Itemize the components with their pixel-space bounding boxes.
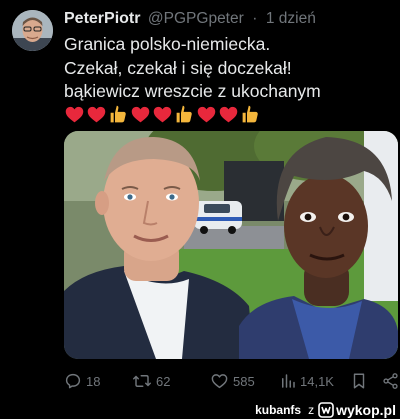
views-button[interactable]: 14,1K (280, 370, 334, 392)
red-heart-icon (87, 106, 106, 122)
tweet-card: PeterPiotr @PGPGpeter · 1 dzień Granica … (0, 0, 400, 400)
tweet-text: Granica polsko-niemiecka. Czekał, czekał… (64, 33, 394, 104)
like-count: 585 (233, 373, 255, 389)
share-button[interactable] (382, 370, 399, 392)
photo-image (64, 131, 398, 359)
views-chart-icon (282, 374, 295, 388)
watermark-user: kubanfs (255, 402, 302, 417)
watermark-connector: z (308, 402, 315, 417)
like-button[interactable]: 585 (210, 370, 255, 392)
author-handle[interactable]: @PGPGpeter (148, 10, 244, 27)
watermark-site: wykop.pl (336, 401, 396, 418)
retweet-button[interactable]: 62 (132, 370, 170, 392)
red-heart-icon (197, 106, 216, 122)
separator-dot: · (252, 10, 258, 27)
tweet-text-line: Czekał, czekał i się doczekał! (64, 57, 292, 78)
reply-button[interactable]: 18 (64, 370, 100, 392)
bookmark-button[interactable] (351, 370, 367, 392)
thumbs-up-icon (110, 105, 126, 122)
reply-icon (65, 373, 81, 389)
wykop-logo: wykop.pl (318, 402, 396, 418)
tweet-header: PeterPiotr @PGPGpeter · 1 dzień (64, 9, 394, 29)
heart-icon (211, 374, 228, 389)
views-count: 14,1K (300, 373, 334, 389)
red-heart-icon (153, 106, 172, 122)
tweet-photo[interactable] (64, 131, 398, 359)
retweet-icon (133, 375, 151, 387)
retweet-count: 62 (156, 373, 171, 389)
tweet-timestamp[interactable]: 1 dzień (266, 10, 316, 27)
tweet-text-line: bąkiewicz wreszcie z ukochanym (64, 81, 321, 101)
wykop-logo-icon (318, 401, 334, 418)
thumbs-up-icon (176, 105, 192, 122)
watermark: kubanfs z wykop.pl (255, 401, 396, 418)
tweet-actions: 18 62 585 14,1K (64, 370, 400, 392)
author-display-name[interactable]: PeterPiotr (64, 10, 140, 27)
reply-count: 18 (86, 373, 101, 389)
avatar[interactable] (12, 10, 53, 51)
share-icon (383, 373, 398, 389)
thumbs-up-icon (242, 105, 258, 122)
red-heart-icon (219, 106, 238, 122)
bookmark-icon (353, 373, 365, 389)
red-heart-icon (131, 106, 150, 122)
avatar-photo (12, 10, 53, 51)
emoji-row (64, 103, 261, 125)
tweet-text-line: Granica polsko-niemiecka. (64, 34, 271, 54)
red-heart-icon (65, 106, 84, 122)
